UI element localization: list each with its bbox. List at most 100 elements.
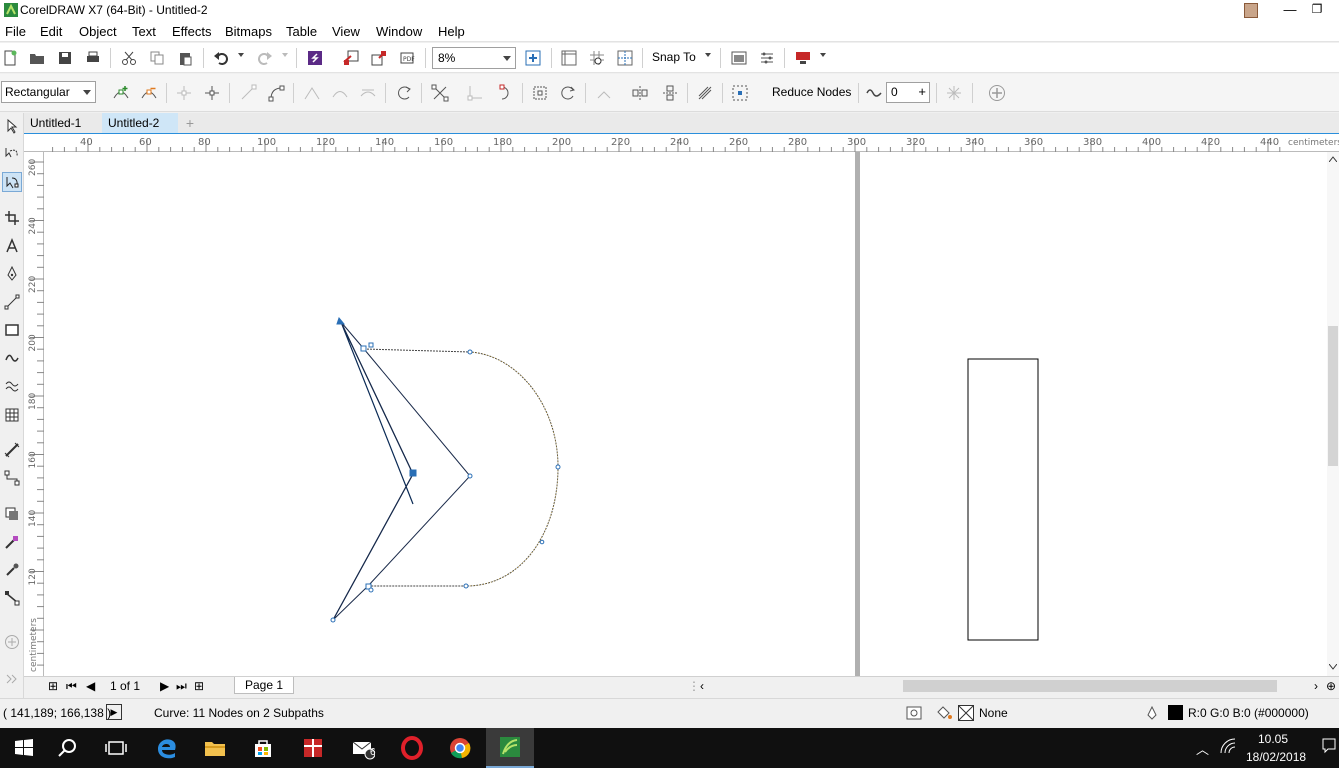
vertical-ruler[interactable]: 260 240 220 200 180 160 140 120 centimeters — [24, 152, 44, 676]
document-color-settings-icon[interactable] — [906, 706, 922, 723]
vertical-scroll-thumb[interactable] — [1328, 326, 1338, 466]
network-wifi-icon[interactable] — [1220, 738, 1236, 757]
paste-icon[interactable] — [175, 48, 195, 68]
reduce-nodes-button[interactable]: Reduce Nodes — [772, 85, 851, 99]
rectangle-tool-icon[interactable] — [2, 320, 22, 340]
curve-smoothness-input[interactable]: 0 + — [886, 82, 930, 103]
zoom-level-select[interactable]: 8% — [432, 47, 516, 69]
splitter-handle[interactable]: ⋮ — [688, 679, 700, 693]
new-document-icon[interactable] — [0, 48, 20, 68]
bezier-tool-icon[interactable] — [2, 348, 22, 368]
add-node-icon[interactable] — [111, 83, 131, 103]
break-curve-icon[interactable] — [202, 83, 222, 103]
action-center-icon[interactable] — [1322, 738, 1336, 757]
start-button-windows-icon[interactable] — [0, 728, 48, 768]
tab-untitled-1[interactable]: Untitled-1 — [24, 113, 100, 133]
clock-date[interactable]: 18/02/2018 — [1246, 750, 1306, 764]
transparency-tool-icon[interactable] — [2, 532, 22, 552]
horizontal-scroll-thumb[interactable] — [903, 680, 1277, 692]
menu-window[interactable]: Window — [376, 24, 422, 39]
copy-icon[interactable] — [147, 48, 167, 68]
extract-subpath-icon[interactable] — [465, 83, 485, 103]
launcher-dropdown-icon[interactable] — [820, 53, 826, 57]
no-fill-swatch-icon[interactable] — [958, 705, 974, 721]
menu-view[interactable]: View — [332, 24, 360, 39]
menu-file[interactable]: File — [5, 24, 26, 39]
zoom-to-page-icon[interactable] — [523, 48, 543, 68]
add-page-after-icon[interactable]: ⊞ — [194, 679, 204, 693]
outline-pen-icon[interactable] — [1146, 705, 1158, 723]
edge-browser-icon[interactable] — [143, 728, 191, 768]
menu-table[interactable]: Table — [286, 24, 317, 39]
print-icon[interactable] — [83, 48, 103, 68]
snap-to-dropdown-icon[interactable] — [705, 53, 711, 57]
outline-color-swatch[interactable] — [1168, 705, 1183, 720]
undo-icon[interactable] — [211, 48, 231, 68]
join-nodes-icon[interactable] — [174, 83, 194, 103]
menu-edit[interactable]: Edit — [40, 24, 62, 39]
redo-icon[interactable] — [255, 48, 275, 68]
mirror-vertical-icon[interactable] — [660, 83, 680, 103]
tab-untitled-2[interactable]: Untitled-2 — [102, 113, 178, 133]
user-avatar-icon[interactable] — [1244, 3, 1258, 18]
zoom-navigator-icon[interactable]: ⊕ — [1326, 679, 1336, 693]
horizontal-ruler[interactable]: 40 60 80 100 120 140 160 180 200 220 240 260 280 300 3… — [24, 133, 1339, 153]
menu-object[interactable]: Object — [79, 24, 117, 39]
mirror-horizontal-icon[interactable] — [630, 83, 650, 103]
add-page-before-icon[interactable]: ⊞ — [48, 679, 58, 693]
smooth-node-icon[interactable] — [330, 83, 350, 103]
status-play-icon[interactable]: ▶ — [106, 704, 122, 720]
interactive-fill-tool-icon[interactable] — [2, 588, 22, 608]
open-folder-icon[interactable] — [27, 48, 47, 68]
new-tab-plus-icon[interactable]: + — [180, 113, 200, 133]
show-guidelines-icon[interactable] — [615, 48, 635, 68]
search-content-icon[interactable] — [305, 48, 325, 68]
scroll-left-icon[interactable]: ‹ — [700, 679, 704, 693]
coreldraw-taskbar-icon[interactable] — [486, 728, 534, 768]
artistic-media-tool-icon[interactable] — [2, 376, 22, 396]
pick-tool-icon[interactable] — [2, 116, 22, 136]
minimize-icon[interactable]: — — [1281, 2, 1299, 18]
crop-tool-icon[interactable] — [2, 208, 22, 228]
add-toolbar-item-icon[interactable] — [987, 83, 1007, 103]
mail-icon[interactable]: 6 — [339, 728, 387, 768]
connector-tool-icon[interactable] — [2, 468, 22, 488]
options-icon[interactable] — [757, 48, 777, 68]
extend-curve-to-close-icon[interactable] — [430, 83, 450, 103]
file-explorer-icon[interactable] — [191, 728, 239, 768]
elastic-mode-icon[interactable] — [695, 83, 715, 103]
align-nodes-icon[interactable] — [594, 83, 614, 103]
task-view-icon[interactable] — [92, 728, 140, 768]
close-curve-icon[interactable] — [495, 83, 515, 103]
text-tool-icon[interactable] — [2, 236, 22, 256]
symmetrical-node-icon[interactable] — [358, 83, 378, 103]
publish-pdf-icon[interactable]: PDF — [397, 48, 417, 68]
undo-dropdown-icon[interactable] — [238, 53, 244, 57]
expand-toolbox-icon[interactable] — [2, 669, 22, 689]
gift-app-icon[interactable] — [289, 728, 337, 768]
store-icon[interactable] — [239, 728, 287, 768]
save-icon[interactable] — [55, 48, 75, 68]
zoom-dropdown-icon[interactable] — [503, 56, 511, 61]
menu-effects[interactable]: Effects — [172, 24, 212, 39]
freehand-pick-tool-icon[interactable] — [2, 144, 22, 164]
selection-mode-select[interactable]: Rectangular — [1, 81, 96, 103]
cut-icon[interactable] — [119, 48, 139, 68]
page-tab-page-1[interactable]: Page 1 — [234, 677, 295, 694]
last-page-icon[interactable]: ⏭ — [176, 679, 187, 694]
cusp-node-icon[interactable] — [302, 83, 322, 103]
stretch-scale-nodes-icon[interactable] — [530, 83, 550, 103]
convert-to-line-icon[interactable] — [238, 83, 258, 103]
next-page-icon[interactable]: ▶ — [160, 679, 169, 693]
clock-time[interactable]: 10.05 — [1258, 732, 1288, 746]
drop-shadow-tool-icon[interactable] — [2, 504, 22, 524]
reflect-nodes-icon[interactable] — [944, 83, 964, 103]
delete-node-icon[interactable] — [139, 83, 159, 103]
selection-mode-dropdown-icon[interactable] — [83, 90, 91, 95]
menu-bitmaps[interactable]: Bitmaps — [225, 24, 272, 39]
line-tool-icon[interactable] — [2, 292, 22, 312]
restore-icon[interactable]: ❐ — [1308, 2, 1326, 18]
table-tool-icon[interactable] — [2, 405, 22, 425]
drawing-canvas[interactable] — [44, 152, 1327, 676]
show-hidden-icons-icon[interactable]: ︿ — [1196, 739, 1209, 758]
